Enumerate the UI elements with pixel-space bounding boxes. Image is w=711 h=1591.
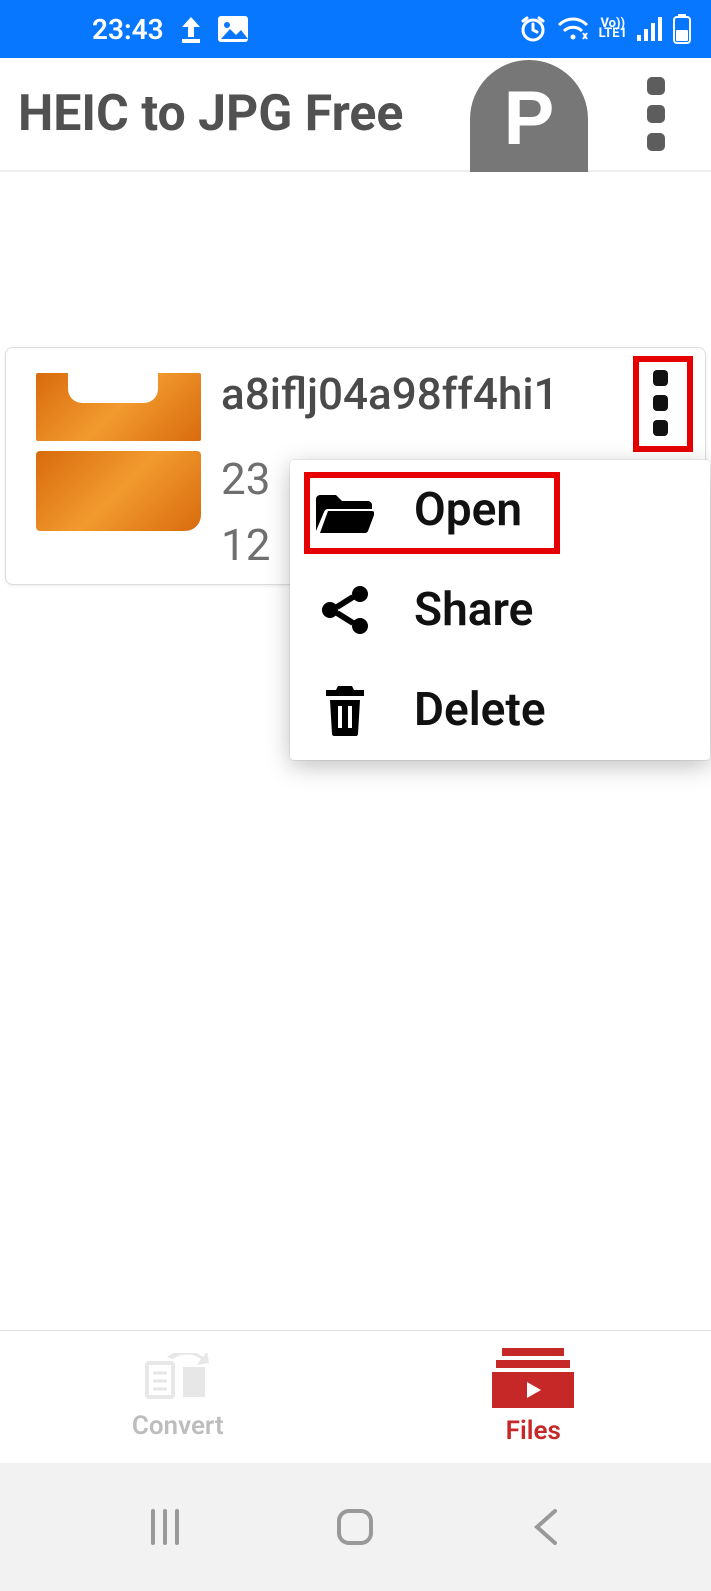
menu-item-open-label: Open bbox=[414, 483, 522, 537]
status-bar: 23:43 Vo)) LTE1 bbox=[0, 0, 711, 58]
recent-apps-button[interactable] bbox=[135, 1497, 195, 1557]
back-button[interactable] bbox=[516, 1497, 576, 1557]
alarm-icon bbox=[519, 15, 547, 43]
app-title: HEIC to JPG Free bbox=[18, 85, 403, 143]
bottom-tabs: Convert Files bbox=[0, 1330, 711, 1463]
context-menu: Open Share Delete bbox=[290, 460, 710, 760]
file-name: a8iflj04a98ff4hi1 bbox=[221, 368, 691, 420]
status-time: 23:43 bbox=[92, 13, 164, 46]
file-thumbnail bbox=[36, 373, 201, 563]
network-type-icon: Vo)) LTE1 bbox=[599, 19, 627, 40]
convert-icon bbox=[143, 1353, 213, 1403]
menu-item-share-label: Share bbox=[414, 583, 533, 637]
system-nav-bar bbox=[0, 1463, 711, 1591]
battery-icon bbox=[673, 14, 691, 44]
folder-open-icon bbox=[316, 487, 374, 533]
picture-icon bbox=[218, 16, 248, 42]
signal-icon bbox=[637, 17, 663, 41]
menu-item-share[interactable]: Share bbox=[290, 560, 710, 660]
header-more-button[interactable] bbox=[639, 69, 673, 159]
wifi-icon bbox=[557, 16, 589, 42]
app-header: HEIC to JPG Free P bbox=[0, 58, 711, 172]
premium-badge[interactable]: P bbox=[470, 60, 588, 172]
tab-files[interactable]: Files bbox=[356, 1331, 711, 1463]
tab-convert[interactable]: Convert bbox=[0, 1331, 356, 1463]
menu-item-open[interactable]: Open bbox=[290, 460, 710, 560]
tab-convert-label: Convert bbox=[132, 1411, 224, 1441]
menu-item-delete[interactable]: Delete bbox=[290, 660, 710, 760]
tab-files-label: Files bbox=[506, 1416, 561, 1446]
files-icon bbox=[492, 1348, 574, 1408]
file-more-button[interactable] bbox=[633, 358, 687, 448]
share-icon bbox=[316, 585, 374, 635]
premium-badge-label: P bbox=[504, 81, 555, 157]
home-button[interactable] bbox=[325, 1497, 385, 1557]
menu-item-delete-label: Delete bbox=[414, 683, 546, 737]
trash-icon bbox=[316, 684, 374, 736]
upload-icon bbox=[180, 15, 202, 43]
